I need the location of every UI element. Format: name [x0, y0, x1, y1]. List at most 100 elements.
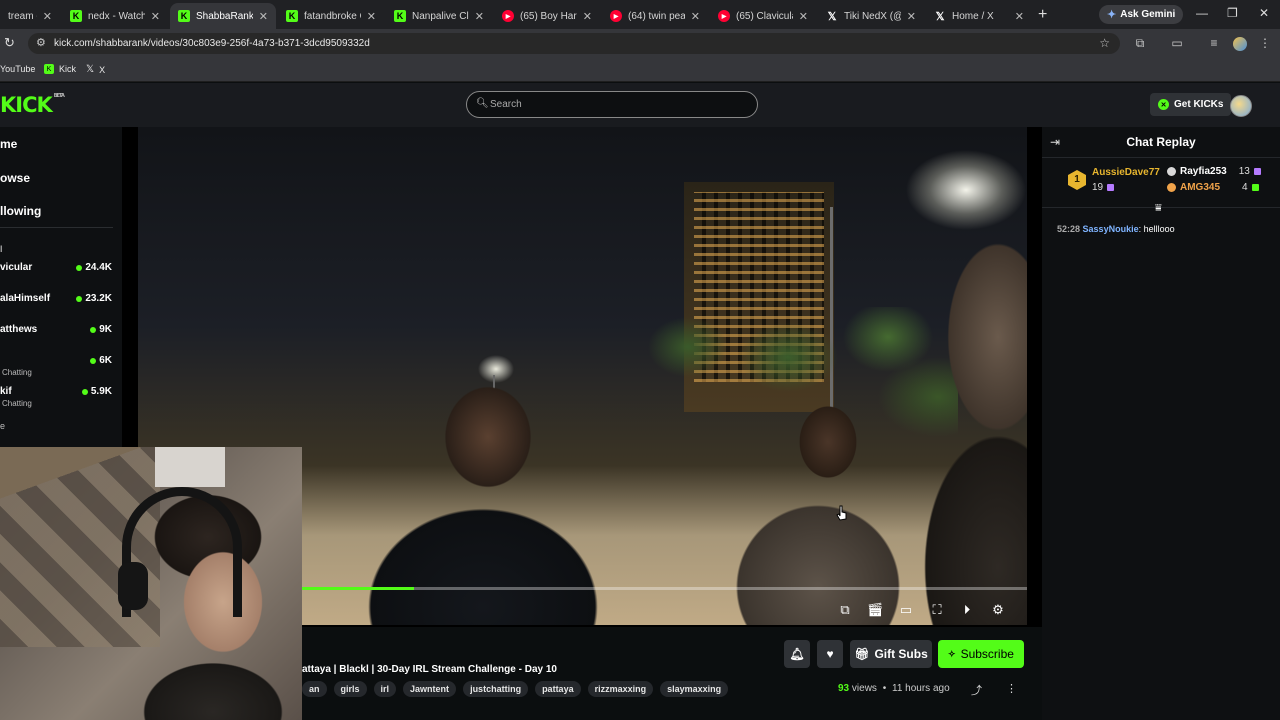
theater-mode-icon[interactable]: ▭: [898, 602, 914, 618]
get-kicks-button[interactable]: ✕ Get KICKs: [1150, 93, 1232, 116]
bookmark-star-icon[interactable]: ☆: [1099, 36, 1110, 50]
ask-gemini-button[interactable]: ✦ Ask Gemini: [1099, 5, 1184, 24]
close-tab-icon[interactable]: ✕: [907, 10, 916, 23]
video-tag[interactable]: irl: [373, 681, 397, 697]
viewer-count: 24.4K: [76, 262, 112, 273]
browser-tab[interactable]: ▶ (65) Clavicular ✕: [710, 3, 816, 29]
channel-name: kif: [0, 386, 12, 397]
chat-filter-icon[interactable]: ⩸: [1155, 202, 1162, 215]
browser-tab[interactable]: K Nanpalive Clips ✕: [386, 3, 492, 29]
youtube-icon: ▶: [610, 10, 622, 22]
close-tab-icon[interactable]: ✕: [367, 10, 376, 23]
heart-icon: ♥: [826, 647, 834, 661]
gifter-name: AMG345: [1180, 182, 1221, 193]
sidebar-nav-following[interactable]: llowing: [0, 204, 41, 218]
video-tag[interactable]: rizzmaxxing: [587, 681, 654, 697]
top-gifter-1[interactable]: AussieDave77: [1092, 167, 1160, 178]
gift-subs-label: Gift Subs: [874, 647, 928, 661]
close-tab-icon[interactable]: ✕: [259, 10, 268, 23]
kick-icon: K: [286, 10, 298, 22]
close-tab-icon[interactable]: ✕: [1015, 10, 1024, 23]
webcam-background-door: [155, 447, 225, 487]
sidebar-channel[interactable]: kif Chatting 5.9K: [0, 386, 112, 416]
sidebar-channel[interactable]: alaHimself 23.2K: [0, 293, 112, 323]
close-tab-icon[interactable]: ✕: [583, 10, 592, 23]
sidebar-nav-browse[interactable]: owse: [0, 171, 30, 185]
more-options-icon[interactable]: ⋮: [1006, 682, 1017, 695]
notification-bell-button[interactable]: 🔔︎: [784, 640, 810, 668]
tab-title: fatandbroke Cli: [304, 10, 361, 22]
site-info-icon[interactable]: ⚙: [36, 36, 46, 49]
x-icon: 𝕏: [935, 10, 945, 23]
new-tab-button[interactable]: +: [1038, 6, 1047, 24]
browser-tab[interactable]: ▶ (64) twin peaks ✕: [602, 3, 708, 29]
tab-title: Home / X: [952, 10, 994, 22]
bookmark-kick[interactable]: K Kick: [44, 64, 76, 74]
viewer-count: 5.9K: [81, 386, 112, 397]
video-tag[interactable]: girls: [333, 681, 367, 697]
clip-icon[interactable]: 🎬︎: [867, 602, 884, 618]
video-tag[interactable]: justchatting: [463, 681, 529, 697]
close-tab-icon[interactable]: ✕: [43, 10, 52, 23]
video-tags: an girls irl Jawntent justchatting pattaya riz…: [302, 681, 729, 697]
viewer-count-value: 24.4K: [85, 262, 112, 273]
sidebar-show-more[interactable]: e: [0, 421, 5, 431]
browser-tab[interactable]: Knedx - Watch th ✕: [62, 3, 168, 29]
browser-tab[interactable]: 𝕏 Home / X ✕: [926, 3, 1032, 29]
gift-gem-icon: [1107, 184, 1115, 191]
close-tab-icon[interactable]: ✕: [151, 10, 160, 23]
live-dot-icon: [90, 326, 97, 333]
follow-button[interactable]: ♥: [817, 640, 843, 668]
video-title: attaya | Blackl | 30-Day IRL Stream Chal…: [302, 664, 557, 675]
address-bar[interactable]: ⚙ kick.com/shabbarank/videos/30c803e9-25…: [28, 33, 1120, 54]
close-tab-icon[interactable]: ✕: [475, 10, 484, 23]
kick-icon: K: [178, 10, 190, 22]
browser-tab[interactable]: tream - V ✕: [0, 3, 60, 29]
kick-logo[interactable]: KICK BETA: [0, 93, 65, 117]
subscribe-button[interactable]: ✧ Subscribe: [938, 640, 1024, 668]
bookmark-x[interactable]: 𝕏 X: [86, 64, 105, 75]
close-tab-icon[interactable]: ✕: [691, 10, 700, 23]
share-icon[interactable]: ⤴: [971, 682, 982, 698]
user-avatar[interactable]: [1230, 95, 1252, 117]
minimize-icon[interactable]: —: [1196, 6, 1208, 20]
search-input[interactable]: 🔍︎ Search: [466, 91, 758, 118]
sidebar-channel[interactable]: atthews 9K: [0, 324, 112, 354]
ask-gemini-label: Ask Gemini: [1120, 9, 1176, 20]
reading-list-icon[interactable]: ≡: [1207, 37, 1221, 50]
reload-icon[interactable]: ↻: [4, 35, 15, 51]
top-gifter-3[interactable]: AMG345 4: [1167, 182, 1259, 193]
playback-speed-icon[interactable]: ⏵: [959, 602, 975, 618]
settings-icon[interactable]: ⚙: [990, 602, 1006, 618]
browser-tab[interactable]: ▶ (65) Boy Harsh ✕: [494, 3, 600, 29]
close-window-icon[interactable]: ✕: [1259, 6, 1269, 20]
browser-menu-icon[interactable]: ⋮: [1258, 37, 1272, 50]
video-tag[interactable]: slaymaxxing: [660, 681, 729, 697]
video-tag[interactable]: an: [302, 681, 327, 697]
video-tag[interactable]: Jawntent: [403, 681, 457, 697]
browser-tab[interactable]: Kfatandbroke Cli ✕: [278, 3, 384, 29]
live-dot-icon: [76, 264, 83, 271]
gift-gem-icon: [1251, 184, 1259, 191]
fullscreen-icon[interactable]: ⛶: [929, 602, 945, 618]
browser-tab[interactable]: K ShabbaRank - V ✕: [170, 3, 276, 29]
maximize-icon[interactable]: ❐: [1227, 6, 1238, 20]
profile-avatar[interactable]: [1233, 37, 1247, 51]
close-tab-icon[interactable]: ✕: [799, 10, 808, 23]
bookmark-youtube[interactable]: YouTube: [0, 64, 35, 74]
kick-header: KICK BETA 🔍︎ Search ✕ Get KICKs: [0, 83, 1280, 127]
browser-tab[interactable]: 𝕏 Tiki NedX (@Til ✕: [818, 3, 924, 29]
video-meta: 93 views • 11 hours ago: [838, 683, 950, 694]
search-placeholder: Search: [490, 99, 522, 110]
top-gifter-2[interactable]: Rayfia253 13: [1167, 166, 1261, 177]
miniplayer-icon[interactable]: ⧉: [837, 602, 853, 618]
sidebar-channel[interactable]: Chatting 6K: [0, 355, 112, 385]
chat-username[interactable]: SassyNoukie: [1083, 224, 1139, 234]
sidebar-channel[interactable]: vicular 24.4K: [0, 262, 112, 292]
sidebar-nav-home[interactable]: me: [0, 137, 17, 151]
extensions-icon[interactable]: ⧉: [1133, 37, 1147, 50]
video-tag[interactable]: pattaya: [535, 681, 581, 697]
side-panel-icon[interactable]: ▭: [1170, 37, 1184, 50]
tab-title: Nanpalive Clips: [412, 10, 469, 22]
gift-subs-button[interactable]: 🎁︎ Gift Subs: [850, 640, 932, 668]
